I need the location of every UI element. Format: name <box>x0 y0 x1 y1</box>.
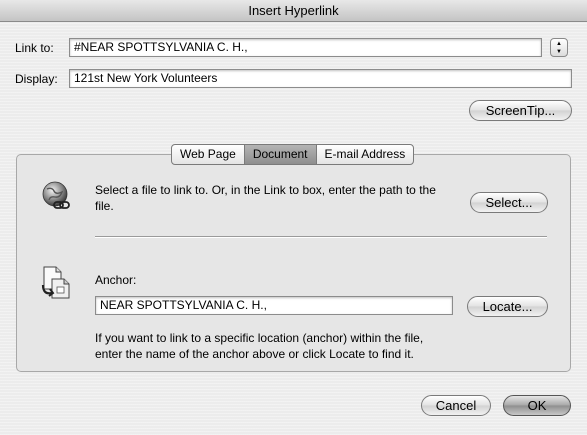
select-text-line-1: Select a file to link to. Or, in the Lin… <box>95 183 436 197</box>
select-file-instructions: Select a file to link to. Or, in the Lin… <box>95 182 455 214</box>
help-text-line-2: enter the name of the anchor above or cl… <box>95 347 414 361</box>
select-button[interactable]: Select... <box>470 192 548 213</box>
display-field[interactable]: 121st New York Volunteers <box>69 69 572 88</box>
anchor-help-text: If you want to link to a specific locati… <box>95 330 535 362</box>
insert-hyperlink-dialog: Insert Hyperlink Link to: #NEAR SPOTTSYL… <box>0 0 587 435</box>
help-text-line-1: If you want to link to a specific locati… <box>95 331 424 345</box>
link-to-stepper[interactable]: ▲ ▼ <box>550 38 568 57</box>
document-anchor-icon <box>40 265 72 299</box>
ok-button[interactable]: OK <box>503 395 571 416</box>
screentip-button[interactable]: ScreenTip... <box>469 100 572 121</box>
up-arrow-icon: ▲ <box>556 41 562 47</box>
cancel-button[interactable]: Cancel <box>421 395 491 416</box>
link-to-label: Link to: <box>15 41 54 55</box>
anchor-label: Anchor: <box>95 273 137 287</box>
down-arrow-icon: ▼ <box>556 49 562 55</box>
select-text-line-2: file. <box>95 199 114 213</box>
locate-button[interactable]: Locate... <box>467 296 548 317</box>
divider <box>95 236 547 238</box>
display-label: Display: <box>15 72 58 86</box>
tab-email-address[interactable]: E-mail Address <box>317 145 414 164</box>
anchor-field[interactable]: NEAR SPOTTSYLVANIA C. H., <box>95 296 453 315</box>
tab-web-page[interactable]: Web Page <box>172 145 245 164</box>
tab-document[interactable]: Document <box>244 145 317 164</box>
link-to-field[interactable]: #NEAR SPOTTSYLVANIA C. H., <box>69 38 542 57</box>
window-title: Insert Hyperlink <box>0 0 587 22</box>
link-type-tabs: Web Page Document E-mail Address <box>171 144 415 165</box>
globe-link-icon <box>40 180 74 214</box>
